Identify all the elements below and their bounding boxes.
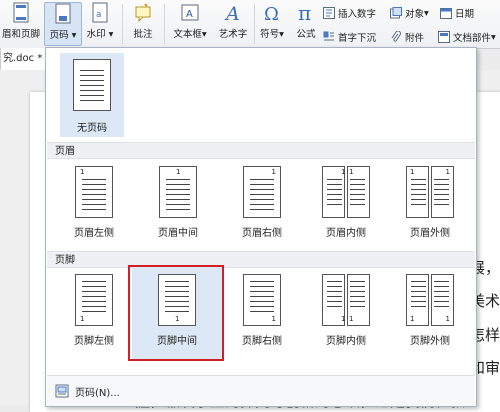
footer-outside-option[interactable]: 1 1 页脚外侧 xyxy=(392,270,468,374)
footer-inside-label: 页脚内侧 xyxy=(326,336,366,347)
page-thumbnail: 1 xyxy=(158,274,196,326)
header-outside-label: 页眉外侧 xyxy=(410,228,450,239)
dropcap-button[interactable]: 首字下沉 xyxy=(323,30,376,44)
watermark-label: 水印 xyxy=(86,29,106,40)
document-tab-title: 究.doc * xyxy=(3,53,43,64)
footer-left-label: 页脚左侧 xyxy=(74,336,114,347)
symbol-label: 符号 xyxy=(260,29,280,40)
formula-label: 公式 xyxy=(296,29,316,40)
chevron-down-icon: ▾ xyxy=(491,31,496,43)
header-center-label: 页眉中间 xyxy=(158,228,198,239)
page-thumbnail: 1 xyxy=(159,166,197,218)
date-button[interactable]: 日期 xyxy=(440,6,474,20)
page-thumbnail: 1 xyxy=(243,166,281,218)
footer-center-option[interactable]: 1 页脚中间 xyxy=(132,266,222,360)
page-number-settings-label: 页码(N)... xyxy=(75,388,120,399)
footer-inside-option[interactable]: 1 1 页脚内侧 xyxy=(308,270,384,374)
object-icon xyxy=(390,7,402,19)
page-thumbnail: 1 xyxy=(75,274,113,326)
footer-right-option[interactable]: 1 页脚右侧 xyxy=(224,270,300,374)
dropcap-icon xyxy=(323,31,334,41)
textbox-button[interactable]: A 文本框▾ xyxy=(168,2,212,40)
footer-right-label: 页脚右侧 xyxy=(242,336,282,347)
pi-icon: π xyxy=(298,2,311,24)
wordart-label: 艺术字 xyxy=(218,29,248,40)
wordart-icon: A xyxy=(224,3,240,24)
wordart-button[interactable]: A 艺术字 xyxy=(214,2,252,40)
header-inside-label: 页眉内侧 xyxy=(326,228,366,239)
page-thumbnail: 1 xyxy=(75,166,113,218)
textbox-label: 文本框 xyxy=(173,29,202,40)
footer-section-title: 页脚 xyxy=(47,251,475,268)
comment-icon xyxy=(135,3,151,23)
page-thumbnail: 1 1 xyxy=(406,166,454,218)
header-right-label: 页眉右侧 xyxy=(242,228,282,239)
watermark-button[interactable]: a 水印 ▾ xyxy=(82,2,118,40)
paperclip-icon xyxy=(391,31,401,42)
separator xyxy=(164,4,165,44)
ribbon-toolbar: 眉和页脚 页码 ▾ a 水印 ▾ 批注 A 文本框▾ A 艺术字 Ω 符号▾ π… xyxy=(0,0,500,49)
no-page-number-option[interactable]: 无页码 xyxy=(60,53,124,137)
separator xyxy=(254,4,255,44)
page-number-icon xyxy=(55,3,71,24)
doc-parts-button[interactable]: 文档部件 ▾ xyxy=(438,30,496,44)
header-section-title: 页眉 xyxy=(47,142,475,159)
footer-left-option[interactable]: 1 页脚左侧 xyxy=(56,270,132,374)
insert-number-button[interactable]: 插入数字 xyxy=(323,6,376,20)
formula-button[interactable]: π 公式 xyxy=(292,2,320,40)
insert-number-icon xyxy=(323,7,335,19)
chevron-down-icon: ▾ xyxy=(105,29,114,40)
no-page-number-label: 无页码 xyxy=(77,123,107,134)
symbol-button[interactable]: Ω 符号▾ xyxy=(256,2,288,40)
chevron-down-icon: ▾ xyxy=(68,30,77,41)
watermark-icon: a xyxy=(92,2,108,23)
omega-icon: Ω xyxy=(264,4,279,24)
object-button[interactable]: 对象 ▾ xyxy=(390,6,429,20)
page-thumbnail: 1 1 xyxy=(406,274,454,326)
footer-outside-label: 页脚外侧 xyxy=(410,336,450,347)
header-footer-icon xyxy=(13,2,29,23)
page-thumbnail: 1 1 xyxy=(322,274,370,326)
page-number-label: 页码 xyxy=(49,30,69,41)
header-footer-label: 眉和页脚 xyxy=(1,29,40,40)
comment-label: 批注 xyxy=(133,29,153,40)
object-label: 对象 xyxy=(405,9,425,20)
page-number-settings-option[interactable]: 页码(N)... xyxy=(47,375,475,406)
textbox-icon: A xyxy=(181,4,199,21)
page-number-button[interactable]: 页码 ▾ xyxy=(44,2,82,46)
dropcap-label: 首字下沉 xyxy=(338,33,377,44)
comment-button[interactable]: 批注 xyxy=(126,2,160,40)
attachment-label: 附件 xyxy=(405,33,425,44)
date-label: 日期 xyxy=(455,9,475,20)
footer-center-label: 页脚中间 xyxy=(157,336,197,347)
page-number-dropdown: 无页码 页眉 1 页眉左侧 1 页眉中间 1 页眉右侧 1 1 页眉内侧 1 1… xyxy=(45,47,477,407)
doc-parts-icon xyxy=(438,31,450,43)
svg-text:π: π xyxy=(298,2,311,24)
header-left-label: 页眉左侧 xyxy=(74,228,114,239)
attachment-button[interactable]: 附件 xyxy=(390,30,424,44)
page-thumbnail xyxy=(73,59,111,111)
svg-text:A: A xyxy=(224,3,240,24)
page-number-settings-icon xyxy=(55,384,69,398)
svg-text:A: A xyxy=(186,9,193,20)
page-thumbnail: 1 1 xyxy=(322,166,370,218)
page-thumbnail: 1 xyxy=(243,274,281,326)
separator xyxy=(122,4,123,44)
doc-parts-label: 文档部件 xyxy=(453,33,492,44)
chevron-down-icon: ▾ xyxy=(279,29,284,40)
insert-number-label: 插入数字 xyxy=(338,9,377,20)
svg-text:Ω: Ω xyxy=(264,4,279,24)
header-footer-button[interactable]: 眉和页脚 xyxy=(0,2,42,40)
calendar-icon xyxy=(440,8,452,19)
chevron-down-icon: ▾ xyxy=(201,29,207,40)
chevron-down-icon: ▾ xyxy=(424,7,429,19)
svg-text:a: a xyxy=(96,10,102,20)
